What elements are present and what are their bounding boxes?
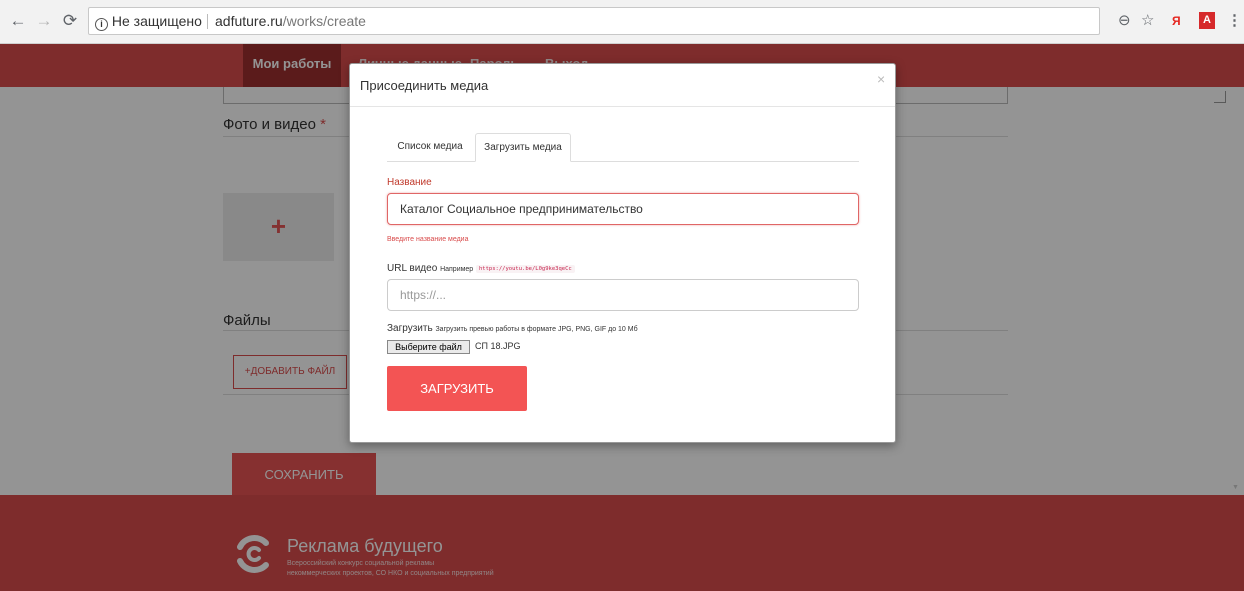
pdf-icon[interactable]: A — [1199, 12, 1215, 29]
choose-file-button[interactable]: Выберите файл — [387, 340, 470, 354]
name-input[interactable]: Каталог Социальное предпринимательство — [387, 193, 859, 225]
forward-arrow-icon[interactable]: → — [34, 11, 54, 31]
upload-label-text: Загрузить — [387, 323, 433, 334]
tab-media-list[interactable]: Список медиа — [387, 133, 473, 161]
address-separator — [207, 14, 208, 29]
tab-upload-media[interactable]: Загрузить медиа — [475, 133, 571, 162]
site-viewport: Мои работы Личные данные Пароль Выход Фо… — [0, 44, 1244, 591]
reload-icon[interactable]: ⟳ — [60, 11, 80, 31]
attach-media-modal: Присоединить медиа × Список медиа Загруз… — [349, 63, 896, 443]
url-hint-code: https://youtu.be/L0g9ke3qeCc — [475, 265, 575, 273]
name-label: Название — [387, 177, 432, 188]
url-text: adfuture.ru/works/create — [215, 8, 366, 34]
scroll-down-icon[interactable]: ▼ — [1232, 484, 1239, 491]
security-label: Не защищено — [111, 13, 202, 29]
menu-dots-icon[interactable]: ⋮ — [1227, 12, 1242, 30]
zoom-icon[interactable]: ⊖ — [1118, 12, 1131, 30]
tabs-divider — [387, 161, 859, 162]
file-name: СП 18.JPG — [475, 341, 521, 351]
site-info[interactable]: i Не защищено — [95, 8, 202, 34]
name-error-text: Введите название медиа — [387, 236, 469, 243]
close-icon[interactable]: × — [877, 71, 885, 87]
url-input[interactable]: https://... — [387, 279, 859, 311]
url-hint-prefix: Например — [440, 266, 474, 273]
url-path: /works/create — [282, 13, 366, 29]
url-label: URL видео Например https://youtu.be/L0g9… — [387, 263, 575, 274]
browser-toolbar: ← → ⟳ i Не защищено adfuture.ru/works/cr… — [0, 0, 1244, 44]
yandex-extension-icon[interactable]: Я — [1172, 12, 1181, 30]
upload-hint: Загрузить превью работы в формате JPG, P… — [435, 326, 638, 333]
modal-title: Присоединить медиа — [360, 78, 489, 93]
address-bar[interactable]: i Не защищено adfuture.ru/works/create — [88, 7, 1100, 35]
info-icon: i — [95, 18, 108, 31]
modal-header-divider — [350, 106, 895, 107]
upload-button[interactable]: ЗАГРУЗИТЬ — [387, 366, 527, 411]
url-host: adfuture.ru — [215, 13, 283, 29]
back-arrow-icon[interactable]: ← — [8, 11, 28, 31]
url-label-text: URL видео — [387, 263, 438, 274]
upload-label: Загрузить Загрузить превью работы в форм… — [387, 323, 638, 334]
star-icon[interactable]: ☆ — [1141, 12, 1154, 30]
